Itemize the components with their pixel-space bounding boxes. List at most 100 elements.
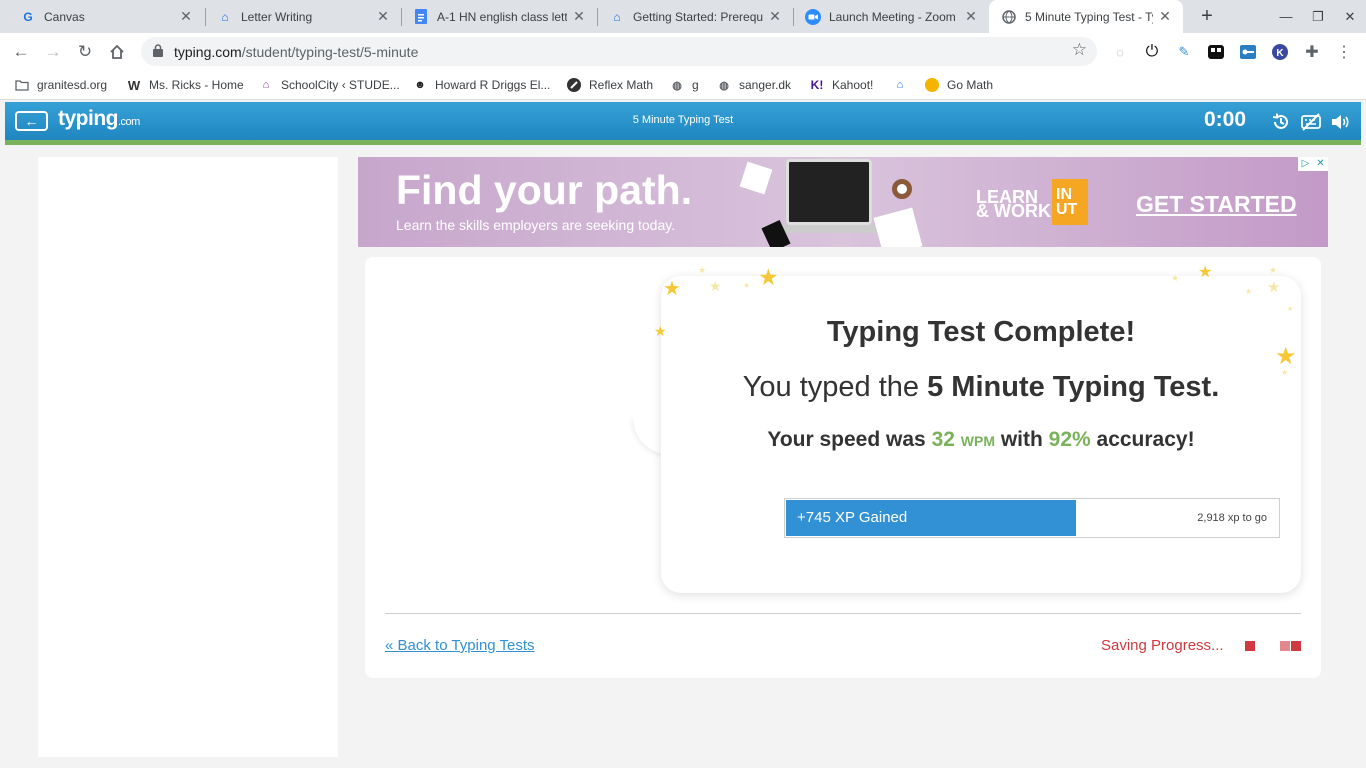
star-icon: ★ (1267, 279, 1281, 296)
bookmark-kahoot[interactable]: K! Kahoot! (809, 76, 874, 94)
back-to-typing-tests-link[interactable]: « Back to Typing Tests (385, 637, 535, 654)
tab-getting-started[interactable]: ⌂ Getting Started: Prerequi ✕ (597, 0, 793, 33)
star-icon: ★ (1269, 265, 1278, 275)
divider (385, 613, 1301, 614)
docs-icon (413, 9, 429, 25)
star-icon: ★ (758, 264, 779, 290)
game-extension-icon[interactable] (1206, 42, 1226, 62)
star-icon: ★ (1171, 273, 1180, 283)
minimize-button[interactable]: — (1269, 0, 1303, 33)
typed-test-line: You typed the 5 Minute Typing Test. (742, 371, 1220, 403)
close-window-button[interactable]: ✕ (1333, 0, 1366, 33)
left-ad-panel (38, 157, 338, 757)
address-bar[interactable]: typing.com/student/typing-test/5-minute … (141, 37, 1097, 66)
bookmark-g[interactable]: ◍ g (669, 76, 699, 94)
schoolcity-icon: ⌂ (262, 79, 270, 91)
bookmark-granitesd[interactable]: granitesd.org (14, 76, 107, 94)
bookmark-schoolcity[interactable]: ⌂ SchoolCity ‹ STUDE... (258, 76, 400, 94)
timer: 0:00 (1204, 108, 1247, 131)
school-icon: ⌂ (613, 9, 621, 24)
school-icon: ⌂ (896, 79, 904, 91)
browser-toolbar: ← → ↻ typing.com/student/typing-test/5-m… (0, 33, 1366, 70)
new-tab-button[interactable]: + (1196, 4, 1218, 28)
star-icon: ★ (1287, 306, 1294, 313)
close-icon[interactable]: ✕ (178, 8, 194, 25)
tab-english-class[interactable]: A-1 HN english class lett ✕ (401, 0, 597, 33)
back-arrow-icon[interactable]: ← (7, 38, 35, 66)
restore-button[interactable]: ❐ (1301, 0, 1335, 33)
reflex-icon (566, 77, 582, 93)
bookmark-school[interactable]: ⌂ (892, 76, 915, 94)
xp-progress-bar: +745 XP Gained 2,918 xp to go (784, 498, 1280, 538)
speed-summary: Your speed was 32 WPM with 92% accuracy! (767, 428, 1195, 451)
bookmark-sanger[interactable]: ◍ sanger.dk (716, 76, 791, 94)
ad-coffee-image (892, 179, 912, 199)
forward-arrow-icon[interactable]: → (39, 38, 67, 66)
xp-gained-label: +745 XP Gained (797, 509, 908, 526)
close-icon[interactable]: ✕ (767, 8, 783, 25)
ad-close-icon[interactable]: ✕ (1313, 157, 1328, 171)
saving-progress-status: Saving Progress... (1101, 637, 1224, 654)
canvas-g-icon: G (23, 9, 33, 24)
ad-choices[interactable]: ▷ ✕ (1298, 157, 1328, 171)
weebly-icon: W (127, 77, 141, 93)
gomath-icon (924, 77, 940, 93)
star-icon: ★ (663, 278, 681, 300)
bookmark-star-icon[interactable]: ☆ (1072, 41, 1087, 58)
results-speech-bubble: ★ ★ ★ ★ ★ ★ ★ ★ ★ ★ ★ ★ ★ ★ Typing Test … (654, 265, 1301, 593)
close-icon[interactable]: ✕ (375, 8, 391, 25)
broom-extension-icon[interactable]: ✎ (1174, 42, 1194, 62)
tab-canvas[interactable]: G Canvas ✕ (8, 0, 204, 33)
star-icon: ★ (709, 278, 722, 294)
tab-typing-test[interactable]: 5 Minute Typing Test - Ty ✕ (989, 0, 1183, 33)
volume-icon[interactable] (1329, 111, 1351, 133)
puzzle-extensions-icon[interactable]: ✚ (1302, 42, 1322, 62)
bookmark-go-math[interactable]: Go Math (924, 76, 993, 94)
globe-icon: ◍ (672, 79, 682, 92)
k-extension-icon[interactable]: K (1270, 42, 1290, 62)
menu-kebab-icon[interactable]: ⋮ (1334, 42, 1354, 62)
tab-letter-writing[interactable]: ⌂ Letter Writing ✕ (205, 0, 401, 33)
bookmark-ms-ricks[interactable]: W Ms. Ricks - Home (126, 76, 244, 94)
tab-zoom[interactable]: Launch Meeting - Zoom ✕ (793, 0, 989, 33)
zoom-icon (805, 8, 821, 25)
history-icon[interactable] (1270, 111, 1292, 133)
loading-indicator-square (1245, 641, 1255, 651)
keyboard-off-icon[interactable] (1300, 111, 1322, 133)
wpm-unit: WPM (960, 433, 995, 449)
ad-subline: Learn the skills employers are seeking t… (396, 217, 676, 233)
ad-notepad-image (873, 207, 923, 247)
close-icon[interactable]: ✕ (1157, 8, 1173, 25)
loading-indicator-square (1280, 641, 1290, 651)
ad-in-out-logo: IN UT (1052, 179, 1088, 225)
loading-indicator-square (1291, 641, 1301, 651)
xp-to-go-label: 2,918 xp to go (1197, 512, 1267, 524)
site-header: ← typing.com 5 Minute Typing Test 0:00 (5, 102, 1361, 140)
ad-laptop-image (786, 159, 872, 225)
svg-text:K: K (1276, 48, 1284, 59)
test-complete-heading: Typing Test Complete! (826, 316, 1136, 348)
key-extension-icon[interactable] (1238, 42, 1258, 62)
lock-icon (153, 44, 163, 57)
header-accent-bar (5, 140, 1361, 145)
reload-icon[interactable]: ↻ (71, 38, 99, 66)
bookmark-reflex-math[interactable]: Reflex Math (566, 76, 653, 94)
ad-headline: Find your path. (396, 167, 693, 213)
close-icon[interactable]: ✕ (963, 8, 979, 25)
adchoices-icon[interactable]: ▷ (1298, 157, 1313, 171)
ad-get-started-button[interactable]: GET STARTED (1136, 191, 1297, 218)
bookmark-howard-driggs[interactable]: ☻ Howard R Driggs El... (412, 76, 550, 94)
ad-learn-work-logo: LEARN & WORK (976, 187, 1051, 221)
browser-tab-strip: G Canvas ✕ ⌂ Letter Writing ✕ A-1 HN eng… (0, 0, 1366, 33)
home-icon[interactable] (103, 38, 131, 66)
close-icon[interactable]: ✕ (571, 8, 587, 25)
ad-banner[interactable]: Find your path. Learn the skills employe… (358, 157, 1328, 247)
power-extension-icon[interactable]: ⏻ (1142, 42, 1162, 62)
ad-paper-image (739, 161, 773, 195)
bookmarks-bar: granitesd.org W Ms. Ricks - Home ⌂ SchoolC… (0, 70, 1366, 100)
folder-icon (14, 77, 30, 93)
school-icon: ☻ (414, 79, 426, 91)
loading-extension-icon[interactable]: ◌ (1110, 42, 1130, 62)
star-icon: ★ (1245, 287, 1253, 296)
star-icon: ★ (1198, 264, 1213, 281)
